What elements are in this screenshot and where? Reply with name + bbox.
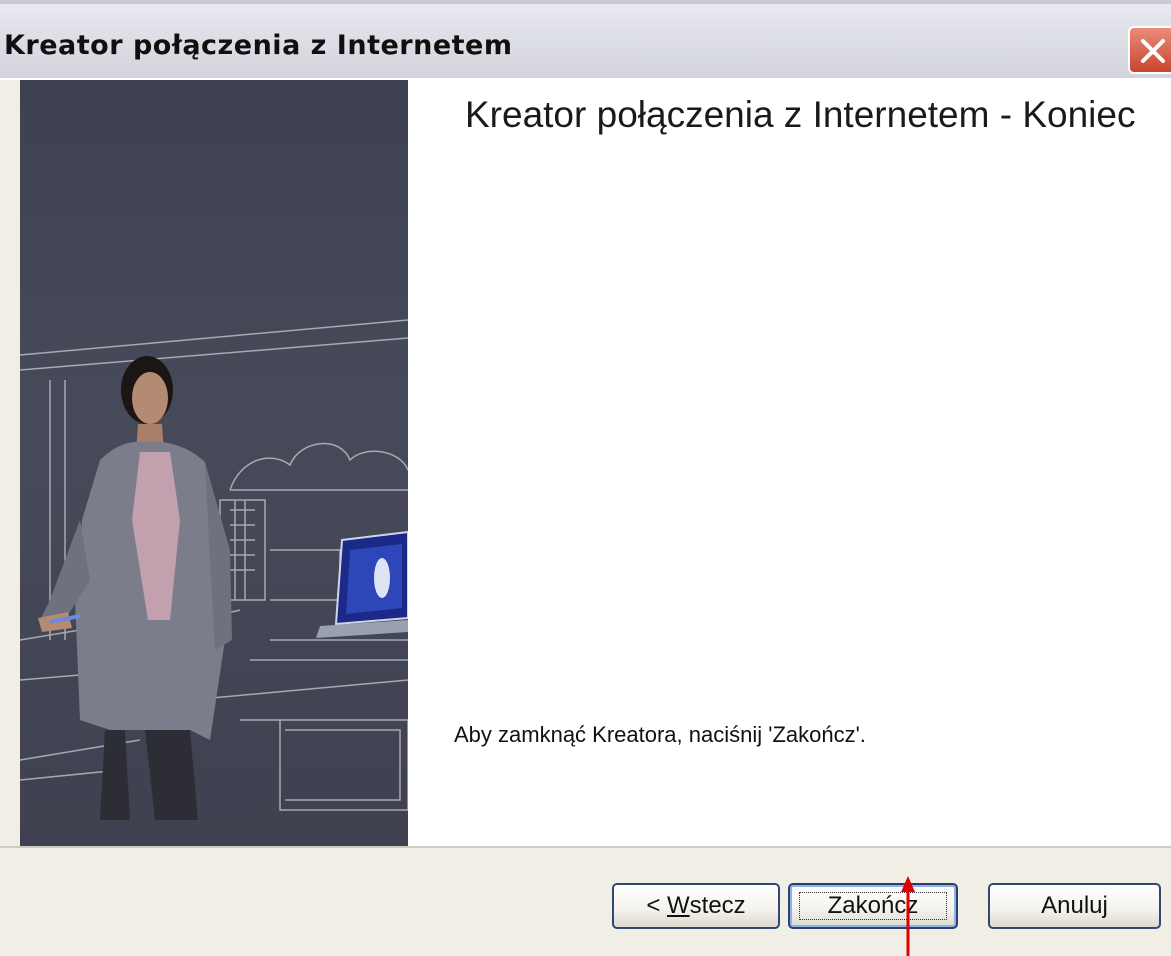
back-button-mnemonic: W <box>667 892 690 919</box>
cancel-button-label: Anuluj <box>1041 892 1108 919</box>
page-heading: Kreator połączenia z Internetem - Koniec <box>465 94 1136 135</box>
back-button-prefix: < <box>646 892 667 919</box>
finish-button[interactable]: Zakończ <box>788 883 958 929</box>
back-button[interactable]: < Wstecz <box>612 883 780 929</box>
instruction-text: Aby zamknąć Kreatora, naciśnij 'Zakończ'… <box>454 722 866 747</box>
title-bar[interactable]: Kreator połączenia z Internetem <box>0 0 1171 78</box>
back-button-label: stecz <box>689 892 746 919</box>
cancel-button[interactable]: Anuluj <box>988 883 1161 929</box>
close-icon <box>1141 39 1165 63</box>
wizard-content-panel: Kreator połączenia z Internetem - Koniec… <box>408 80 1171 846</box>
button-bar-edge <box>0 848 20 956</box>
close-button[interactable] <box>1128 26 1171 74</box>
red-arrow-pointer-icon <box>901 876 915 956</box>
wizard-side-illustration <box>20 80 408 846</box>
focus-rectangle <box>799 892 947 920</box>
button-bar: < Wstecz Zakończ Anuluj <box>0 846 1171 956</box>
wizard-window: Kreator połączenia z Internetem Kreator … <box>0 0 1171 956</box>
window-left-border <box>0 80 20 846</box>
window-title: Kreator połączenia z Internetem <box>4 30 513 61</box>
